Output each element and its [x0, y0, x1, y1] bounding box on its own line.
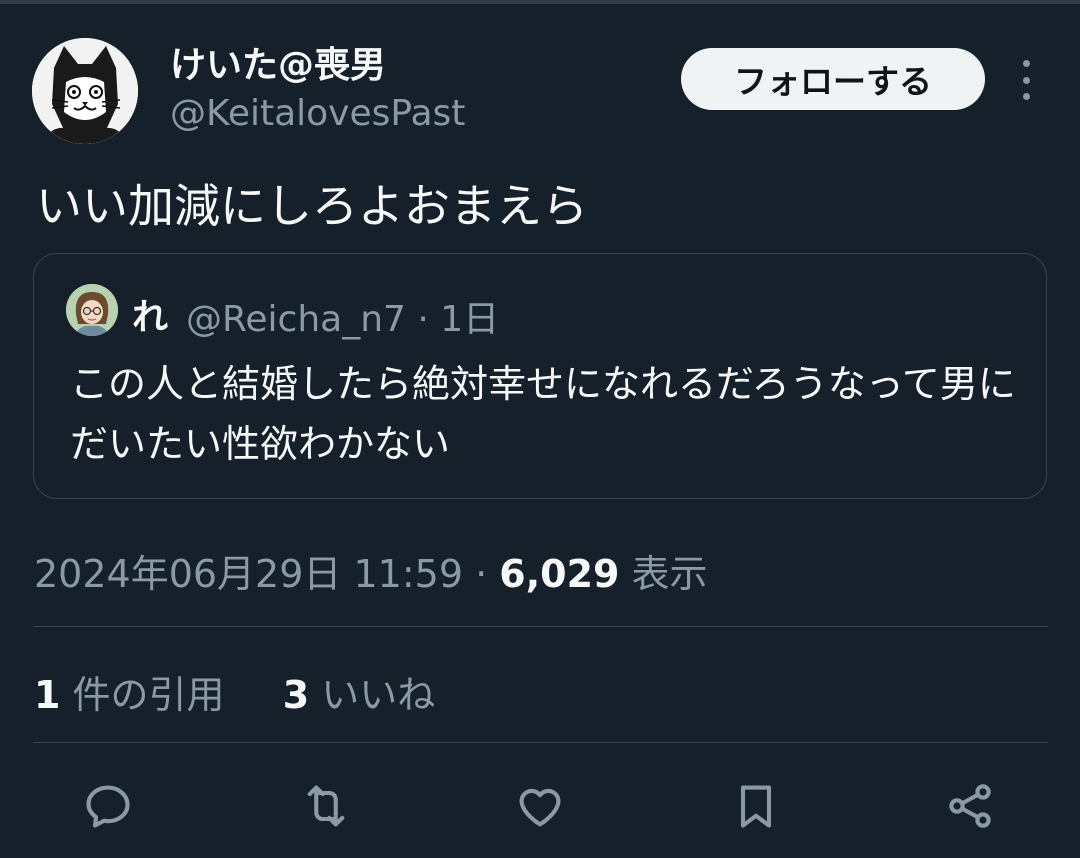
author-handle[interactable]: @KeitalovesPast	[170, 93, 465, 134]
divider	[33, 742, 1048, 743]
like-button[interactable]	[512, 778, 568, 834]
quote-author-name[interactable]: れ	[132, 288, 168, 340]
bookmark-button[interactable]	[728, 778, 784, 834]
likes-stat[interactable]: 3 いいね	[283, 673, 436, 717]
more-icon[interactable]	[1014, 60, 1038, 100]
more-dot	[1022, 93, 1030, 100]
girl-avatar-image	[66, 284, 118, 336]
divider	[33, 626, 1048, 627]
quote-text: この人と結婚したら絶対幸せになれるだろうなって男にだいたい性欲わかない	[70, 362, 1016, 466]
quotes-stat[interactable]: 1 件の引用	[34, 673, 225, 717]
quote-author-avatar[interactable]	[66, 284, 118, 336]
author-display-name[interactable]: けいた@喪男	[170, 36, 386, 88]
share-button[interactable]	[942, 778, 998, 834]
author-avatar[interactable]	[32, 38, 138, 144]
top-divider	[0, 0, 1080, 4]
more-dot	[1022, 76, 1030, 84]
quote-tweet-card[interactable]: れ @Reicha_n7 · 1日 この人と結婚したら絶対幸せになれるだろうなっ…	[33, 253, 1047, 499]
views-label: 表示	[619, 552, 708, 596]
tweet-text: いい加減にしろよおまえら	[36, 179, 588, 233]
retweet-icon	[307, 785, 345, 827]
engagement-stats: 1 件の引用 3 いいね	[34, 664, 435, 719]
quotes-count: 1	[34, 673, 61, 717]
cat-avatar-image	[32, 38, 138, 144]
retweet-button[interactable]	[298, 778, 354, 834]
reply-button[interactable]	[80, 778, 136, 834]
quotes-label: 件の引用	[60, 673, 225, 717]
share-icon	[949, 784, 991, 828]
likes-count: 3	[282, 673, 310, 717]
likes-label: いいね	[309, 673, 436, 717]
like-icon	[519, 788, 561, 827]
bookmark-icon	[740, 785, 772, 828]
follow-button[interactable]: フォローする	[681, 48, 985, 110]
reply-icon	[86, 785, 130, 828]
more-dot	[1022, 60, 1030, 67]
quote-author-handle[interactable]: @Reicha_n7 · 1日	[186, 290, 499, 342]
views-count: 6,029	[499, 552, 620, 596]
tweet-meta: 2024年06月29日 11:59 · 6,029 表示	[34, 543, 708, 598]
tweet-timestamp[interactable]: 2024年06月29日 11:59 ·	[34, 552, 499, 596]
